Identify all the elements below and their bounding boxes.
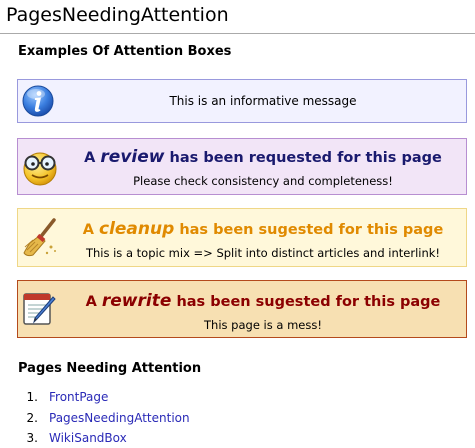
- page-title: PagesNeedingAttention: [6, 4, 229, 26]
- examples-heading: Examples Of Attention Boxes: [18, 44, 232, 59]
- list-item: 1. FrontPage: [20, 387, 190, 408]
- broom-icon: [21, 217, 61, 259]
- review-suffix: has been requested for this page: [164, 150, 442, 166]
- glasses-smiley-icon: [21, 147, 59, 187]
- rewrite-headline: A rewrite has been sugested for this pag…: [62, 291, 464, 311]
- list-item: 2. PagesNeedingAttention: [20, 408, 190, 429]
- cleanup-headline: A cleanup has been sugested for this pag…: [62, 219, 464, 239]
- list-number: 2.: [26, 410, 38, 425]
- info-message: This is an informative message: [169, 94, 357, 108]
- cleanup-prefix: A: [82, 222, 99, 238]
- cleanup-message: This is a topic mix => Split into distin…: [85, 246, 441, 260]
- review-keyword: review: [100, 147, 165, 167]
- rewrite-box: A rewrite has been sugested for this pag…: [17, 280, 467, 338]
- page-link-wikisandbox[interactable]: WikiSandBox: [49, 431, 127, 445]
- pages-list: 1. FrontPage 2. PagesNeedingAttention 3. Wi…: [20, 387, 190, 448]
- page-link-frontpage[interactable]: FrontPage: [49, 390, 108, 404]
- review-box: A review has been requested for this pag…: [17, 138, 467, 195]
- wiki-page: PagesNeedingAttention Examples Of Attent…: [0, 0, 475, 448]
- page-link-pagesneedingattention[interactable]: PagesNeedingAttention: [49, 411, 190, 425]
- cleanup-suffix: has been sugested for this page: [174, 222, 444, 238]
- edit-document-icon: [21, 289, 59, 329]
- cleanup-keyword: cleanup: [99, 219, 175, 239]
- review-prefix: A: [84, 150, 101, 166]
- list-item: 3. WikiSandBox: [20, 428, 190, 448]
- rewrite-keyword: rewrite: [101, 291, 172, 311]
- list-number: 3.: [26, 431, 38, 445]
- list-number: 1.: [26, 390, 38, 404]
- cleanup-box: A cleanup has been sugested for this pag…: [17, 208, 467, 267]
- info-icon: [21, 84, 55, 118]
- info-box: This is an informative message: [17, 79, 467, 123]
- rewrite-suffix: has been sugested for this page: [171, 294, 441, 310]
- review-message: Please check consistency and completenes…: [133, 174, 393, 188]
- title-divider: [0, 33, 475, 34]
- review-headline: A review has been requested for this pag…: [62, 147, 464, 167]
- pages-needing-attention-heading: Pages Needing Attention: [18, 361, 202, 376]
- rewrite-prefix: A: [85, 294, 102, 310]
- rewrite-message: This page is a mess!: [204, 318, 322, 332]
